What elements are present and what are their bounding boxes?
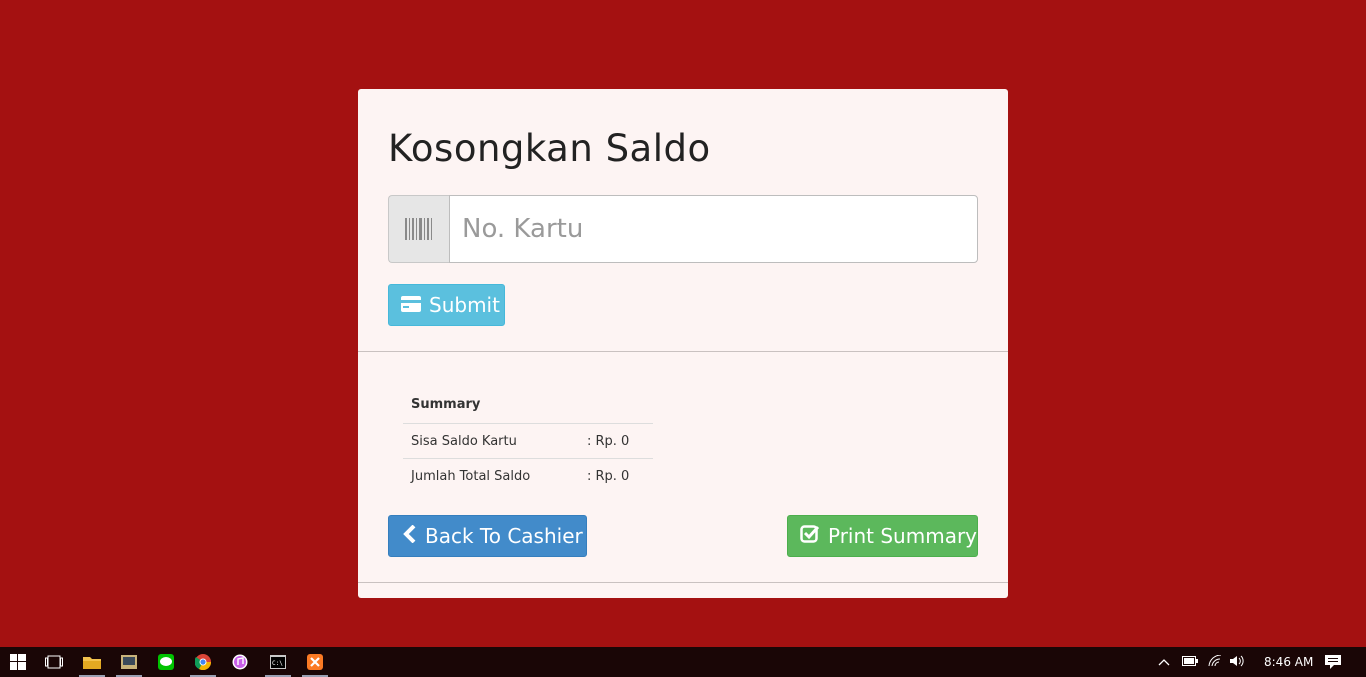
summary-table: Summary Sisa Saldo Kartu : Rp. 0 Jumlah … [403, 389, 653, 494]
summary-heading: Summary [403, 389, 653, 424]
itunes-icon[interactable] [225, 647, 255, 677]
line-chat-icon[interactable] [151, 647, 181, 677]
back-to-cashier-button[interactable]: Back To Cashier [388, 515, 587, 557]
volume-icon[interactable] [1230, 655, 1252, 670]
print-summary-button[interactable]: Print Summary [787, 515, 978, 557]
back-label: Back To Cashier [425, 524, 583, 548]
barcode-icon [388, 195, 449, 263]
action-center-icon[interactable] [1318, 647, 1348, 677]
file-explorer-icon[interactable] [77, 647, 107, 677]
section-divider [358, 351, 1008, 352]
summary-row: Jumlah Total Saldo : Rp. 0 [403, 459, 653, 494]
submit-button[interactable]: Submit [388, 284, 505, 326]
battery-icon[interactable] [1182, 655, 1208, 669]
svg-text:C:\: C:\ [272, 660, 283, 667]
windows-start-icon[interactable] [3, 647, 33, 677]
summary-label: Jumlah Total Saldo [411, 469, 531, 484]
clock[interactable]: 8:46 AM [1264, 655, 1313, 669]
summary-row: Sisa Saldo Kartu : Rp. 0 [403, 424, 653, 459]
xampp-icon[interactable] [300, 647, 330, 677]
app-icon[interactable] [114, 647, 144, 677]
system-tray: 8:46 AM [1158, 647, 1313, 677]
main-card: Kosongkan Saldo Submit Summary Sisa Sald… [358, 89, 1008, 598]
task-view-icon[interactable] [39, 647, 69, 677]
summary-label: Sisa Saldo Kartu [411, 433, 517, 449]
card-number-input[interactable] [449, 195, 978, 263]
submit-label: Submit [429, 293, 500, 317]
summary-value: : Rp. 0 [587, 433, 630, 449]
wifi-icon[interactable] [1208, 653, 1230, 670]
card-number-group [388, 195, 978, 263]
footer-divider [358, 582, 1008, 583]
taskbar: C:\ 8:46 AM [0, 647, 1366, 677]
credit-card-icon [401, 293, 421, 317]
chevron-up-icon[interactable] [1158, 655, 1176, 669]
print-label: Print Summary [828, 524, 978, 548]
page-title: Kosongkan Saldo [388, 127, 711, 170]
command-prompt-icon[interactable]: C:\ [263, 647, 293, 677]
chrome-icon[interactable] [188, 647, 218, 677]
chevron-left-icon [403, 524, 417, 548]
check-square-icon [800, 524, 820, 549]
summary-value: : Rp. 0 [587, 469, 630, 484]
